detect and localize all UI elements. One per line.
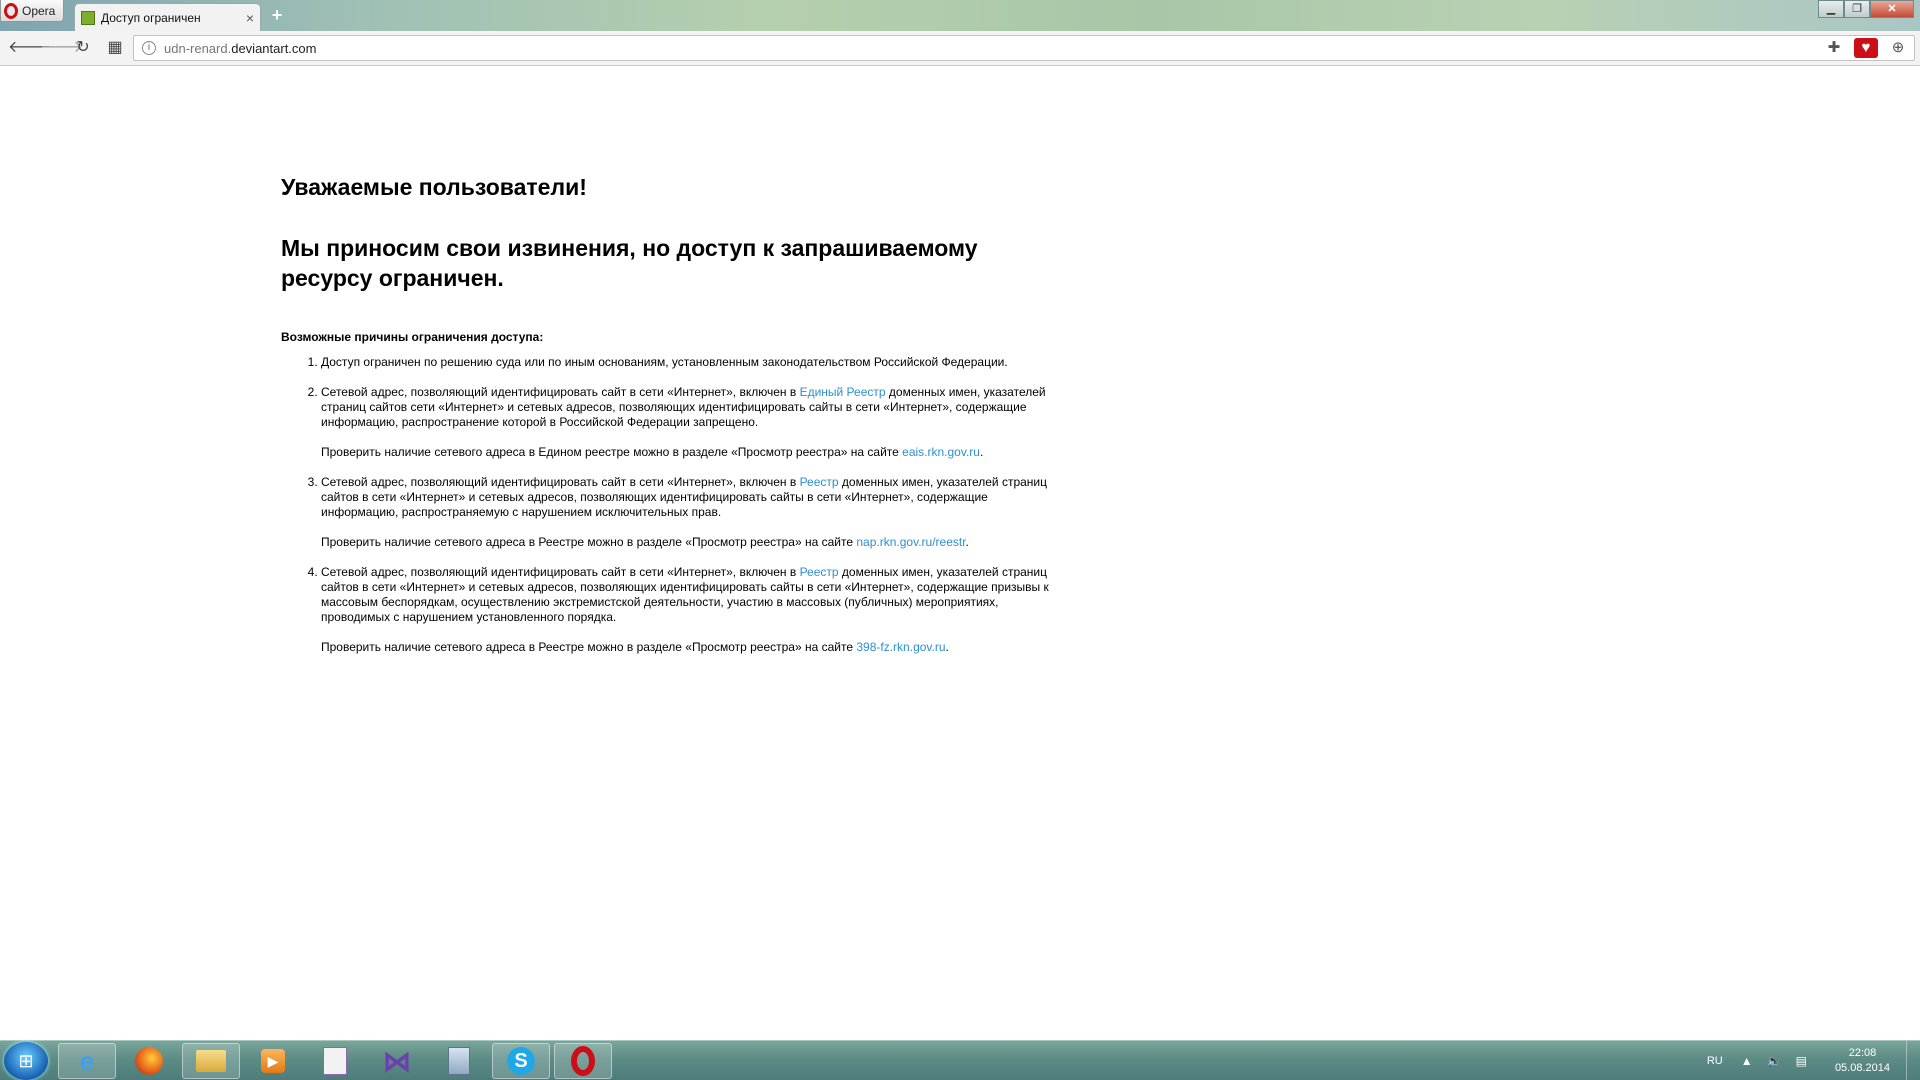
forward-icon[interactable]: 🡒 (40, 37, 83, 59)
tab-favicon-icon (81, 10, 95, 25)
back-icon[interactable]: 🡐 (8, 37, 51, 59)
tab-active[interactable]: Доступ ограничен × (74, 3, 261, 31)
show-desktop-button[interactable] (1906, 1041, 1920, 1080)
reason-item-1: Доступ ограничен по решению суда или по … (321, 355, 1061, 370)
nap-reestr-link[interactable]: nap.rkn.gov.ru/reestr (856, 535, 965, 549)
calculator-icon[interactable] (430, 1043, 488, 1079)
extensions-icon[interactable]: ✚ (1822, 38, 1846, 58)
visual-studio-icon[interactable]: ⋈ (368, 1043, 426, 1079)
file-explorer-icon[interactable] (182, 1043, 240, 1079)
reason-3-check: Проверить наличие сетевого адреса в Реес… (321, 535, 969, 549)
opera-logo-icon (4, 2, 18, 19)
skype-icon[interactable]: S (492, 1043, 550, 1079)
reload-icon[interactable]: ↻ (72, 37, 94, 59)
window-controls: ▁ ❐ ✕ (1818, 0, 1914, 18)
language-indicator[interactable]: RU (1707, 1055, 1723, 1067)
opera-menu-button[interactable]: Opera (0, 0, 64, 22)
minimize-button[interactable]: ▁ (1818, 0, 1844, 18)
network-icon[interactable]: ▤ (1796, 1054, 1807, 1068)
reason-2-check: Проверить наличие сетевого адреса в Един… (321, 445, 984, 459)
browser-toolbar: 🡐 🡒 ↻ ▦ i udn-renard.deviantart.com ✚ ♥ … (0, 31, 1920, 66)
stash-heart-icon[interactable]: ♥ (1854, 38, 1878, 58)
document-app-icon[interactable] (306, 1043, 364, 1079)
reasons-list: Доступ ограничен по решению суда или по … (281, 355, 1061, 655)
firefox-icon[interactable] (120, 1043, 178, 1079)
registry-link-4[interactable]: Реестр (800, 565, 839, 579)
registry-link-3[interactable]: Реестр (800, 475, 839, 489)
reason-item-4: Сетевой адрес, позволяющий идентифициров… (321, 565, 1061, 655)
blocked-page-content: Уважаемые пользователи! Мы приносим свои… (281, 150, 1061, 670)
unified-registry-link[interactable]: Единый Реестр (800, 385, 886, 399)
restore-button[interactable]: ❐ (1844, 0, 1870, 18)
start-button[interactable]: ⊞ (4, 1042, 48, 1080)
new-tab-button[interactable]: + (268, 6, 286, 24)
volume-icon[interactable]: 🔈 (1767, 1054, 1782, 1068)
clock[interactable]: 22:08 05.08.2014 (1835, 1046, 1890, 1076)
tab-title: Доступ ограничен (101, 10, 201, 25)
tray-expand-icon[interactable]: ▲ (1741, 1054, 1753, 1068)
browser-titlebar: Opera Доступ ограничен × + ▁ ❐ ✕ (0, 0, 1920, 31)
reason-4-check: Проверить наличие сетевого адреса в Реес… (321, 640, 949, 654)
reasons-title: Возможные причины ограничения доступа: (281, 330, 544, 344)
reason-item-2: Сетевой адрес, позволяющий идентифициров… (321, 385, 1061, 460)
clock-date: 05.08.2014 (1834, 1062, 1890, 1074)
media-player-icon[interactable]: ▶ (244, 1043, 302, 1079)
reason-item-3: Сетевой адрес, позволяющий идентифициров… (321, 475, 1061, 550)
close-window-button[interactable]: ✕ (1870, 0, 1914, 18)
internet-explorer-icon[interactable]: e (58, 1043, 116, 1079)
system-tray: RU ▲ 🔈 ▤ 22:08 05.08.2014 (1707, 1041, 1920, 1080)
url-text[interactable]: udn-renard.deviantart.com (164, 41, 316, 56)
tab-close-icon[interactable]: × (246, 10, 254, 26)
398fz-link[interactable]: 398-fz.rkn.gov.ru (856, 640, 945, 654)
download-icon[interactable]: ⊕ (1886, 38, 1910, 58)
page-greeting: Уважаемые пользователи! (281, 174, 587, 200)
clock-time: 22:08 (1848, 1047, 1877, 1059)
windows-taskbar: ⊞ e ▶ ⋈ S RU ▲ 🔈 ▤ 22:08 05.08.2014 (0, 1040, 1920, 1080)
eais-link[interactable]: eais.rkn.gov.ru (902, 445, 980, 459)
opera-taskbar-icon[interactable] (554, 1043, 612, 1079)
address-bar[interactable]: i udn-renard.deviantart.com ✚ ♥ ⊕ (133, 35, 1915, 61)
speed-dial-icon[interactable]: ▦ (104, 37, 126, 59)
opera-menu-label: Opera (22, 3, 56, 18)
site-info-icon[interactable]: i (142, 41, 156, 55)
page-apology-heading: Мы приносим свои извинения, но доступ к … (281, 235, 978, 291)
